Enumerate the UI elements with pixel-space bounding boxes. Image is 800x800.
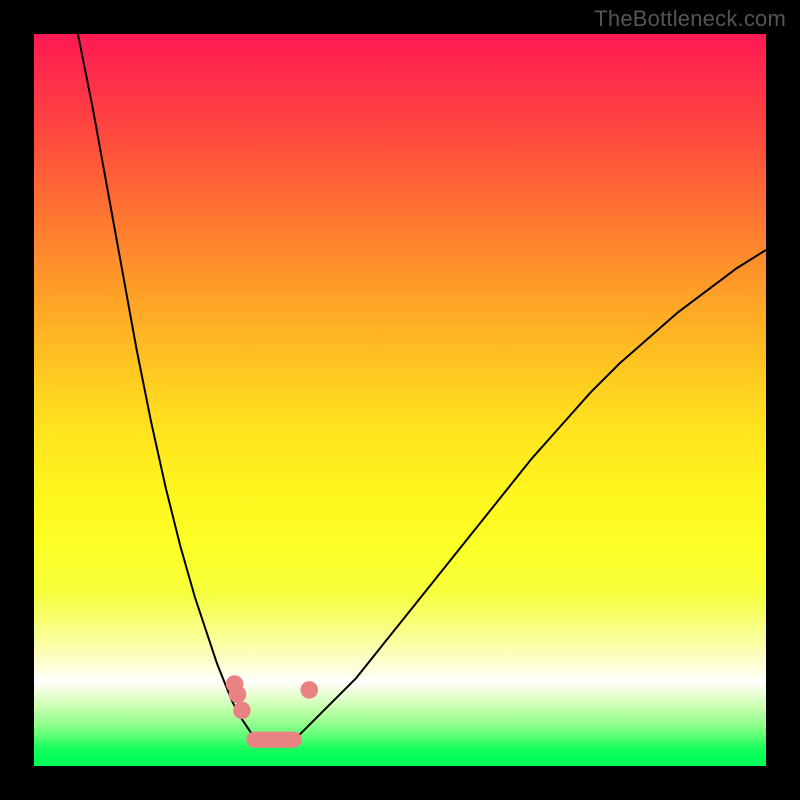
curve-right-branch [298, 250, 766, 737]
watermark-text: TheBottleneck.com [594, 6, 786, 32]
left-dot-mid [229, 685, 247, 703]
curve-left-branch [78, 34, 254, 737]
plot-area [34, 34, 766, 766]
marker-group [226, 675, 318, 747]
valley-pill [246, 732, 302, 748]
chart-frame: TheBottleneck.com [0, 0, 800, 800]
curve-layer [34, 34, 766, 766]
left-dot-lower [233, 702, 251, 720]
right-dot [300, 681, 318, 699]
